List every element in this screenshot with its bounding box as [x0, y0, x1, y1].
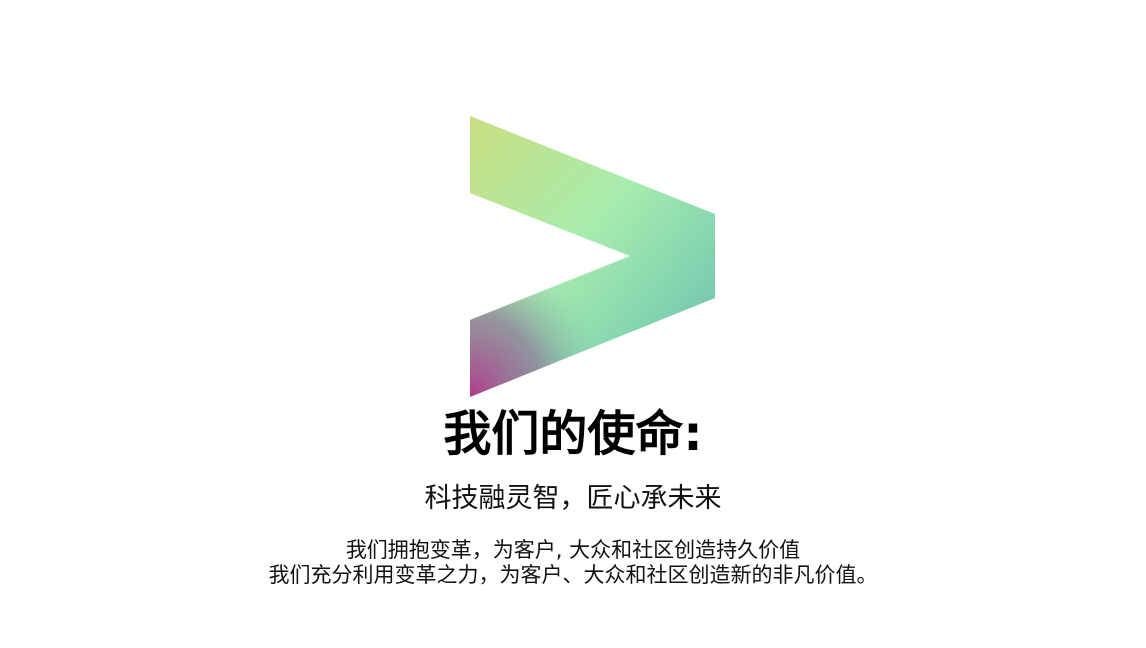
mission-heading: 我们的使命: [443, 406, 703, 462]
logo-shape-shade [470, 116, 715, 397]
mission-line-2: 我们充分利用变革之力，为客户、大众和社区创造新的非凡价值。 [268, 563, 878, 587]
mission-tagline: 科技融灵智，匠心承未来 [424, 483, 722, 514]
mission-page: 我们的使命: 科技融灵智，匠心承未来 我们拥抱变革，为客户, 大众和社区创造持久… [0, 0, 1146, 648]
chevron-right-icon [470, 116, 715, 397]
mission-description: 我们拥抱变革，为客户, 大众和社区创造持久价值 我们充分利用变革之力，为客户、大… [0, 538, 1146, 588]
mission-line-1: 我们拥抱变革，为客户, 大众和社区创造持久价值 [345, 538, 801, 562]
